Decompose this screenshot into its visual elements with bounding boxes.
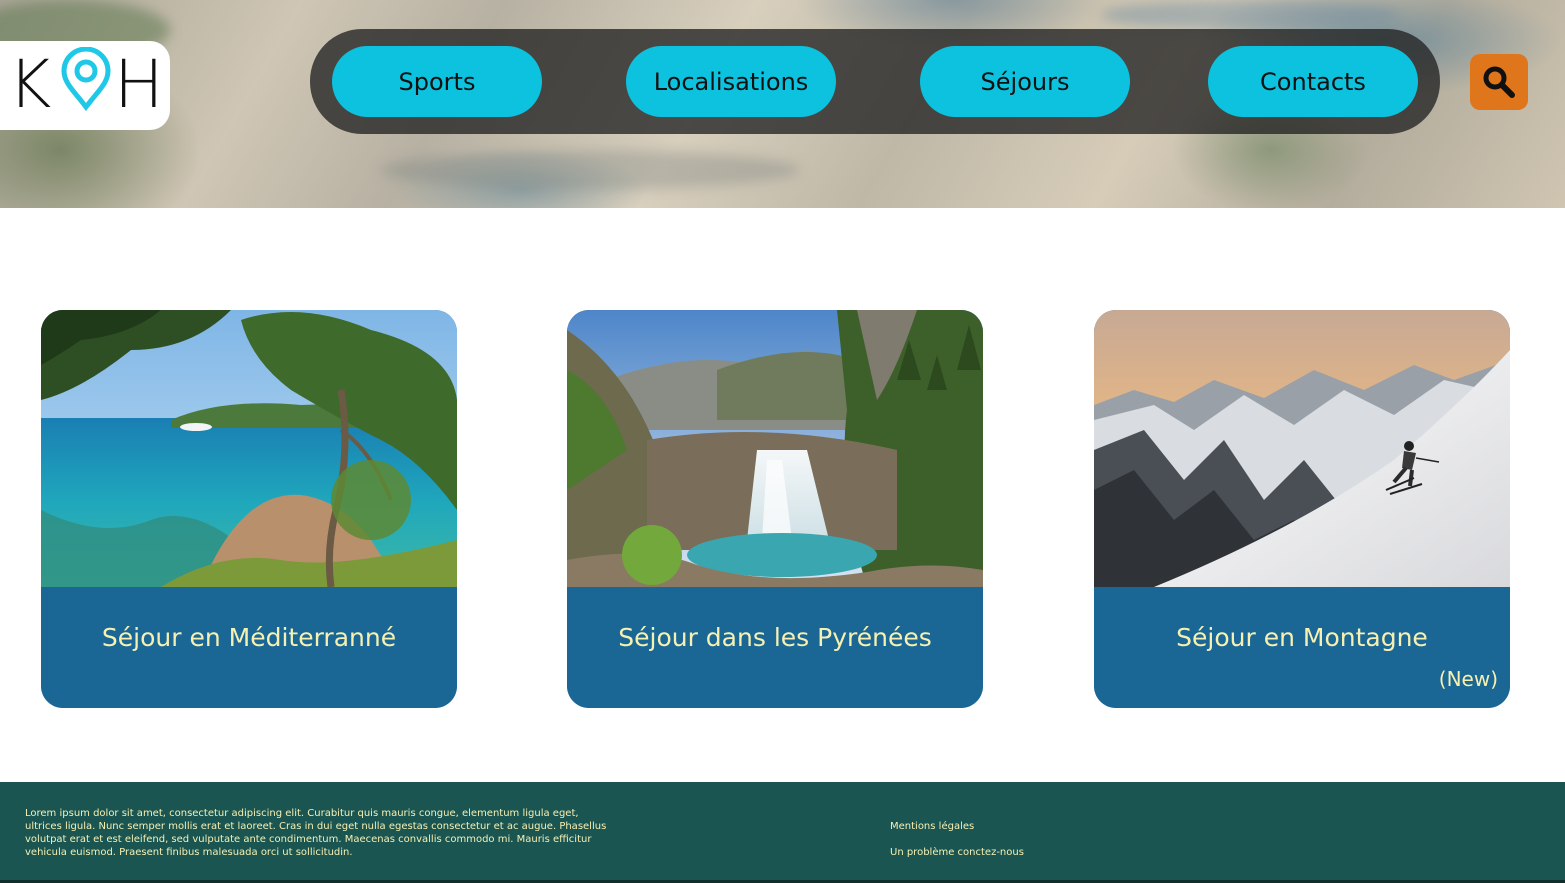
card-caption: Séjour en Méditerranné [41, 587, 457, 708]
footer: Lorem ipsum dolor sit amet, consectetur … [0, 782, 1565, 883]
card-title: Séjour en Méditerranné [101, 623, 397, 652]
logo-letter-k: K [8, 47, 51, 123]
card-caption: Séjour dans les Pyrénées [567, 587, 983, 708]
nav-localisations-button[interactable]: Localisations [626, 46, 836, 117]
card-title: Séjour en Montagne [1176, 623, 1428, 652]
search-button[interactable] [1470, 54, 1528, 110]
search-icon [1483, 66, 1515, 98]
mediterranean-coast-photo [41, 310, 457, 587]
location-pin-icon [61, 47, 111, 112]
mountain-skier-photo [1094, 310, 1510, 587]
main-navigation: Sports Localisations Séjours Contacts [310, 29, 1440, 134]
card-caption: Séjour en Montagne (New) [1094, 587, 1510, 708]
new-badge: (New) [1438, 667, 1498, 691]
banner-shade [380, 150, 800, 190]
card-sejour-mediterranee[interactable]: Séjour en Méditerranné [41, 310, 457, 708]
legal-notice-link[interactable]: Mentions légales [890, 821, 974, 832]
contact-problem-link[interactable]: Un problème conctez-nous [890, 847, 1024, 858]
nav-sports-button[interactable]: Sports [332, 46, 542, 117]
card-title: Séjour dans les Pyrénées [618, 623, 932, 652]
nav-sejours-button[interactable]: Séjours [920, 46, 1130, 117]
card-sejour-pyrenees[interactable]: Séjour dans les Pyrénées [567, 310, 983, 708]
site-logo[interactable]: K H [0, 41, 170, 130]
logo-letter-h: H [114, 47, 164, 123]
banner-shade [1100, 0, 1400, 30]
card-sejour-montagne[interactable]: Séjour en Montagne (New) [1094, 310, 1510, 708]
header-banner: K H Sports Localisations Séjours Contact… [0, 0, 1565, 208]
nav-contacts-button[interactable]: Contacts [1208, 46, 1418, 117]
logo-mark: K H [8, 47, 164, 123]
pyrenees-waterfall-photo [567, 310, 983, 587]
footer-description: Lorem ipsum dolor sit amet, consectetur … [25, 808, 607, 858]
